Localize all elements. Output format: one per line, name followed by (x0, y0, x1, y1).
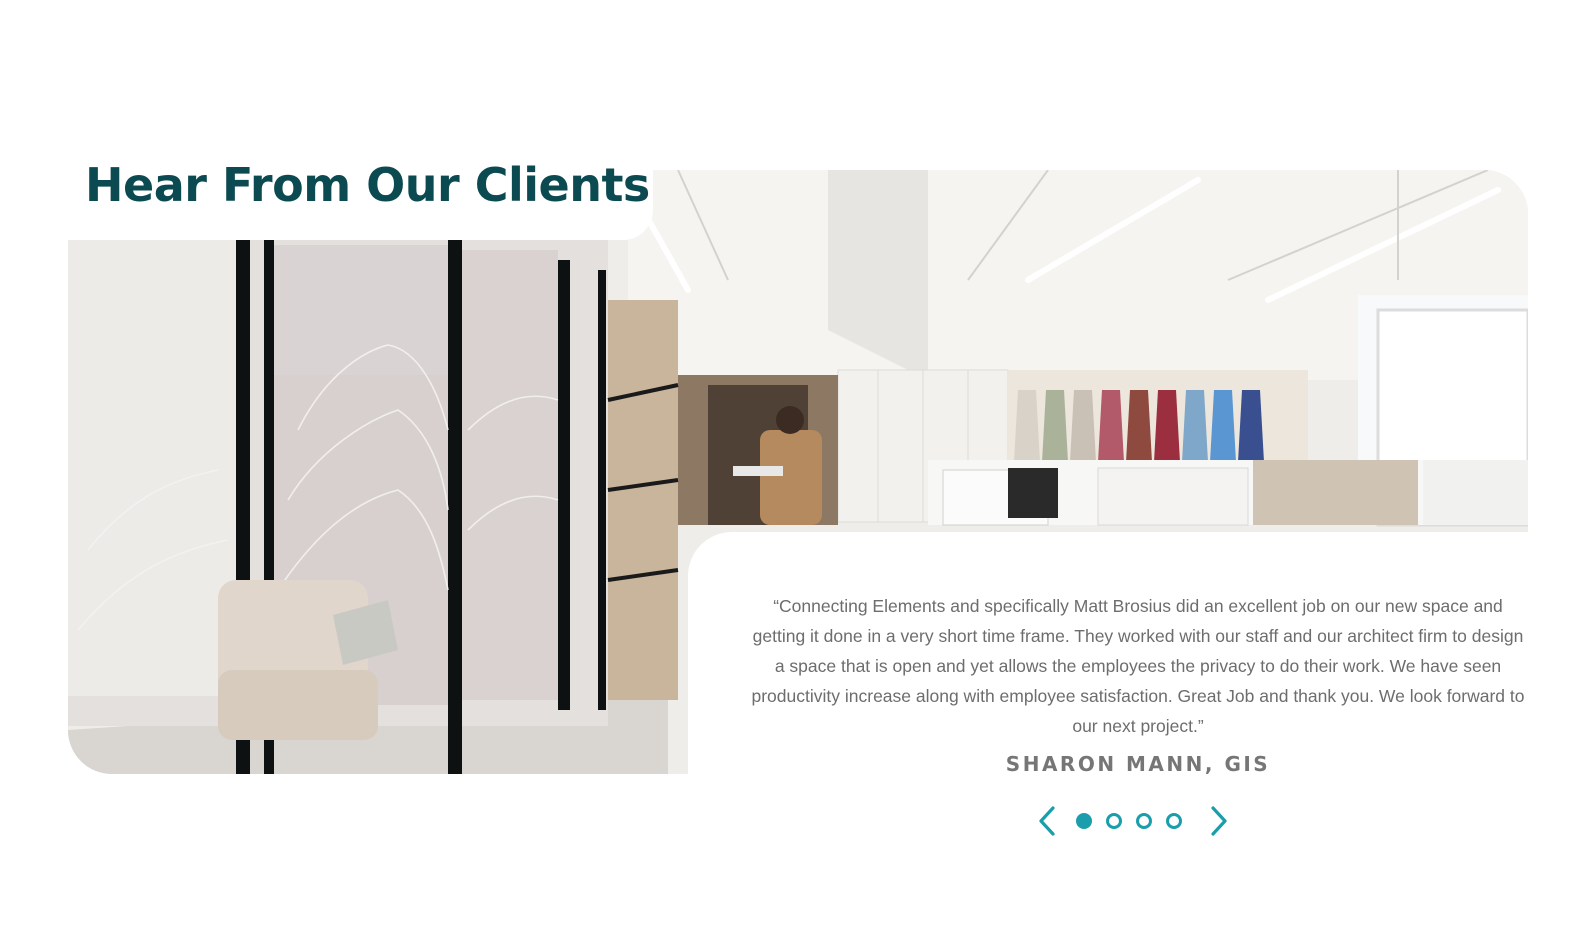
testimonials-section: Hear From Our Clients “Connecting Elemen… (0, 0, 1590, 935)
carousel-prev-button[interactable] (1034, 804, 1060, 838)
carousel-dot-3[interactable] (1136, 813, 1152, 829)
carousel-next-button[interactable] (1206, 804, 1232, 838)
carousel-dot-4[interactable] (1166, 813, 1182, 829)
chevron-right-icon (1211, 806, 1227, 836)
testimonial-quote: “Connecting Elements and specifically Ma… (751, 596, 1525, 736)
testimonial-author: SHARON MANN, GIS (1005, 752, 1271, 776)
carousel-dot-2[interactable] (1106, 813, 1122, 829)
section-title: Hear From Our Clients (85, 158, 650, 212)
carousel-dot-1[interactable] (1076, 813, 1092, 829)
carousel-controls (1034, 804, 1234, 838)
chevron-left-icon (1039, 806, 1055, 836)
